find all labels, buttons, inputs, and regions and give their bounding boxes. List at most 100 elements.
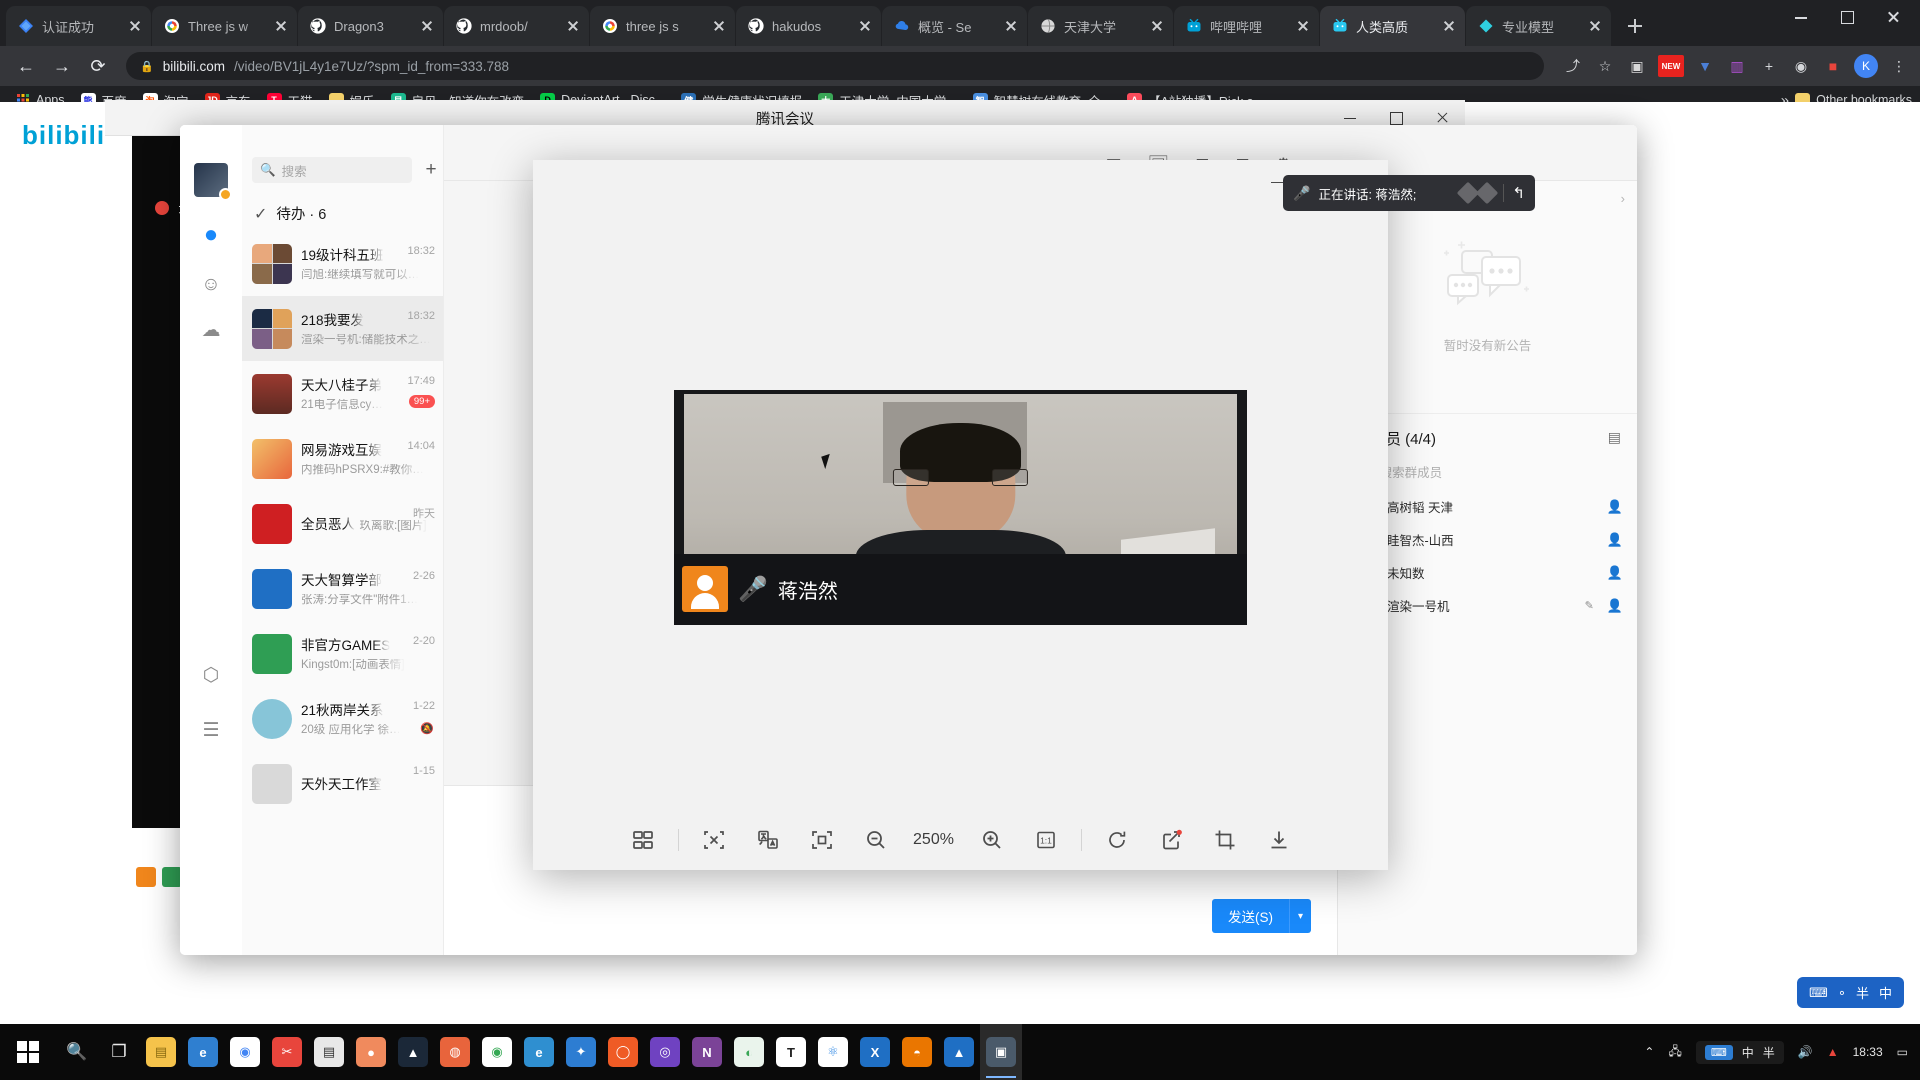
taskbar-app-snip[interactable]: ✂ bbox=[266, 1024, 308, 1080]
list-item[interactable]: 天外天工作室 1-15 bbox=[242, 751, 443, 816]
taskbar-app-ie[interactable]: e bbox=[518, 1024, 560, 1080]
taskbar-app-peach[interactable]: ● bbox=[350, 1024, 392, 1080]
fit-screen-icon[interactable] bbox=[795, 818, 849, 862]
close-icon[interactable] bbox=[1587, 18, 1603, 34]
star-icon[interactable]: ☆ bbox=[1594, 55, 1616, 77]
taskbar-app-typora[interactable]: T bbox=[770, 1024, 812, 1080]
taskbar-app-github[interactable]: ◎ bbox=[644, 1024, 686, 1080]
taskbar-app-meeting[interactable]: ▲ bbox=[938, 1024, 980, 1080]
ime-lang-label[interactable]: 中 bbox=[1879, 983, 1892, 1002]
translate-icon[interactable] bbox=[741, 818, 795, 862]
share-icon[interactable]: ⤴ bbox=[1562, 55, 1584, 77]
address-bar[interactable]: 🔒 bilibili.com/video/BV1jL4y1e7Uz/?spm_i… bbox=[126, 52, 1544, 80]
taskbar-app-postman[interactable]: ◯ bbox=[602, 1024, 644, 1080]
avatar[interactable] bbox=[194, 163, 232, 201]
list-item[interactable]: 非官方GAMES Kingst0m:[动画表情] 2-20 bbox=[242, 621, 443, 686]
send-dropdown-button[interactable]: ▾ bbox=[1288, 899, 1311, 933]
bilibili-logo[interactable]: bilibili bbox=[22, 120, 105, 151]
player-avatar-icon[interactable] bbox=[136, 867, 156, 887]
close-icon[interactable] bbox=[1295, 18, 1311, 34]
close-icon[interactable] bbox=[127, 18, 143, 34]
browser-tab[interactable]: Dragon3 bbox=[298, 6, 443, 46]
clock[interactable]: 18:33 bbox=[1853, 1045, 1883, 1060]
taskbar-app-blender[interactable]: ◓ bbox=[896, 1024, 938, 1080]
taskbar-app-wechat[interactable]: ▣ bbox=[980, 1024, 1022, 1080]
list-item[interactable]: 网易游戏互娱 内推码hPSRX9:#教你… 14:04 bbox=[242, 426, 443, 491]
thumbnails-icon[interactable] bbox=[616, 818, 670, 862]
cloud-icon[interactable]: ☁ bbox=[196, 315, 226, 345]
list-item[interactable]: 天大八桂子弟 21电子信息cy… 17:49 99+ bbox=[242, 361, 443, 426]
close-icon[interactable] bbox=[1149, 18, 1165, 34]
new-tab-button[interactable] bbox=[1620, 11, 1650, 41]
browser-tab[interactable]: 天津大学 bbox=[1028, 6, 1173, 46]
search-input[interactable]: 🔍 搜索 bbox=[252, 157, 412, 183]
browser-tab[interactable]: 哔哩哔哩 bbox=[1174, 6, 1319, 46]
plus-icon[interactable]: + bbox=[1758, 55, 1780, 77]
close-icon[interactable] bbox=[1003, 18, 1019, 34]
profile-purple-icon[interactable]: ▥ bbox=[1726, 55, 1748, 77]
chevron-right-icon[interactable]: › bbox=[1621, 191, 1625, 206]
crop-icon[interactable] bbox=[1198, 818, 1252, 862]
close-icon[interactable] bbox=[1441, 18, 1457, 34]
video-icon[interactable]: ▼ bbox=[1694, 55, 1716, 77]
profile-avatar[interactable]: K bbox=[1854, 54, 1878, 78]
search-icon[interactable]: 🔍 bbox=[58, 1033, 96, 1071]
todo-entry[interactable]: ✓ 待办 · 6 bbox=[254, 203, 326, 224]
zoom-level[interactable]: 250% bbox=[903, 831, 965, 849]
task-view-icon[interactable]: ❐ bbox=[100, 1033, 138, 1071]
ocr-text-icon[interactable] bbox=[687, 818, 741, 862]
add-button[interactable]: + bbox=[420, 157, 442, 183]
ime-floating-bar[interactable]: ⌨ ∘ 半 中 bbox=[1797, 977, 1904, 1008]
taskbar-app-xmind[interactable]: ◐ bbox=[728, 1024, 770, 1080]
maximize-icon[interactable] bbox=[1824, 0, 1870, 34]
mute-chat-icon[interactable]: ▤ bbox=[1608, 429, 1621, 446]
taskbar-app-vscode[interactable]: X bbox=[854, 1024, 896, 1080]
back-button[interactable]: ← bbox=[10, 50, 42, 82]
actual-size-icon[interactable]: 1:1 bbox=[1019, 818, 1073, 862]
close-icon[interactable] bbox=[273, 18, 289, 34]
chevron-up-icon[interactable]: ⌃ bbox=[1644, 1045, 1654, 1059]
menu-icon[interactable]: ⋮ bbox=[1888, 55, 1910, 77]
network-icon[interactable]: 🖧 bbox=[1668, 1042, 1681, 1063]
zoom-in-icon[interactable] bbox=[965, 818, 1019, 862]
download-icon[interactable] bbox=[1252, 818, 1306, 862]
list-item[interactable]: 218我要发 渲染一号机:储能技术之… 18:32 bbox=[242, 296, 443, 361]
browser-tab[interactable]: 专业模型 bbox=[1466, 6, 1611, 46]
taskbar-app-onenote[interactable]: N bbox=[686, 1024, 728, 1080]
close-icon[interactable] bbox=[565, 18, 581, 34]
taskbar-app-store[interactable]: ▤ bbox=[308, 1024, 350, 1080]
pencil-icon[interactable]: ✎ bbox=[1585, 599, 1594, 612]
taskbar-app-chrome2[interactable]: ◉ bbox=[476, 1024, 518, 1080]
close-icon[interactable] bbox=[711, 18, 727, 34]
keyboard-icon[interactable]: ⌨ bbox=[1809, 985, 1828, 1001]
taskbar-app-edge[interactable]: e bbox=[182, 1024, 224, 1080]
close-icon[interactable] bbox=[419, 18, 435, 34]
taskbar-app-wechat-work[interactable]: ✦ bbox=[560, 1024, 602, 1080]
windows-icon[interactable] bbox=[0, 1024, 56, 1080]
notification-icon[interactable]: ▭ bbox=[1897, 1045, 1908, 1059]
taskbar-app-explorer[interactable]: ▤ bbox=[140, 1024, 182, 1080]
ime-indicator[interactable]: ⌨ 中 半 bbox=[1695, 1040, 1784, 1064]
list-item[interactable]: 19级计科五班 闫旭:继续填写就可以… 18:32 bbox=[242, 231, 443, 296]
browser-tab[interactable]: 概览 - Se bbox=[882, 6, 1027, 46]
viewer-canvas[interactable]: 🎤 蒋浩然 bbox=[533, 204, 1388, 810]
list-item[interactable]: 天大智算学部 张涛:分享文件"附件1… 2-26 bbox=[242, 556, 443, 621]
chat-icon[interactable]: ● bbox=[196, 220, 226, 250]
minimize-icon[interactable] bbox=[1778, 0, 1824, 34]
ime-mode-label[interactable]: 半 bbox=[1856, 983, 1869, 1002]
edit-icon[interactable] bbox=[1144, 818, 1198, 862]
send-button[interactable]: 发送(S) bbox=[1211, 899, 1289, 933]
shield-icon[interactable]: ▲ bbox=[1827, 1045, 1839, 1059]
taskbar-app-atom[interactable]: ⚛ bbox=[812, 1024, 854, 1080]
cube-icon[interactable]: ⬡ bbox=[196, 660, 226, 690]
browser-tab[interactable]: hakudos bbox=[736, 6, 881, 46]
contacts-icon[interactable]: ☺ bbox=[196, 270, 226, 300]
taskbar-app-steam[interactable]: ▲ bbox=[392, 1024, 434, 1080]
menu-icon[interactable]: ☰ bbox=[196, 715, 226, 745]
zoom-out-icon[interactable] bbox=[849, 818, 903, 862]
reload-button[interactable]: ⟳ bbox=[82, 50, 114, 82]
browser-tab-active[interactable]: 人类高质 bbox=[1320, 6, 1465, 46]
taskbar-app-firefox[interactable]: ◍ bbox=[434, 1024, 476, 1080]
new-badge-icon[interactable]: NEW bbox=[1658, 55, 1684, 77]
camera-icon[interactable] bbox=[162, 867, 182, 887]
